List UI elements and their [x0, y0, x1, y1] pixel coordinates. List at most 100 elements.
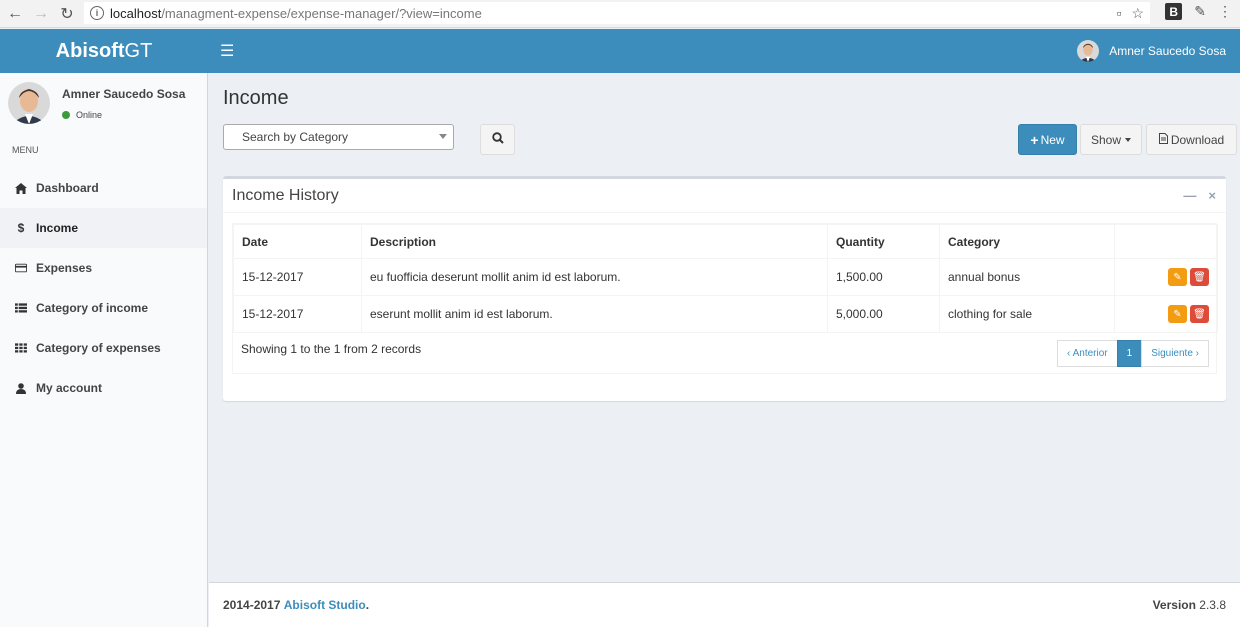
user-panel: Amner Saucedo Sosa Online	[0, 73, 207, 133]
sidebar-menu: Dashboard $ Income Expenses Category of …	[0, 168, 207, 408]
show-button-label: Show	[1090, 132, 1122, 147]
edit-button[interactable]: ✎	[1168, 305, 1187, 323]
cell-category: annual bonus	[939, 258, 1115, 296]
user-menu[interactable]: Amner Saucedo Sosa	[1077, 40, 1226, 62]
income-history-box: Income History — × Date Description Quan…	[223, 176, 1226, 401]
logo-bold: Abisoft	[55, 39, 125, 62]
sidebar-item-label: Category of income	[36, 301, 149, 315]
sidebar-item-label: Category of expenses	[36, 341, 161, 355]
pagination-page-1[interactable]: 1	[1116, 340, 1143, 367]
user-icon	[15, 382, 27, 394]
forward-arrow-icon[interactable]: →	[30, 3, 52, 25]
page-title: Income	[223, 87, 289, 109]
version-label: Version	[1152, 598, 1196, 612]
pagination: ‹ Anterior 1 Siguiente ›	[1057, 340, 1209, 367]
cell-quantity: 5,000.00	[827, 295, 940, 333]
delete-button[interactable]: 🗑	[1190, 305, 1209, 323]
bookmark-star-icon[interactable]: ☆	[1131, 5, 1144, 22]
box-title: Income History	[232, 186, 339, 204]
extension-b-icon[interactable]: B	[1165, 3, 1183, 20]
cell-category: clothing for sale	[939, 295, 1115, 333]
back-arrow-icon[interactable]: ←	[4, 3, 26, 25]
pagination-next[interactable]: Siguiente ›	[1141, 340, 1209, 367]
sidebar-user-name: Amner Saucedo Sosa	[62, 87, 186, 101]
footer-version: Version 2.3.8	[1153, 598, 1226, 612]
address-bar[interactable]: i localhost/managment-expense/expense-ma…	[84, 2, 1150, 24]
table-header-row: Date Description Quantity Category	[233, 224, 1218, 259]
file-icon	[1158, 132, 1168, 147]
search-icon	[491, 132, 504, 147]
income-table: Date Description Quantity Category 15-12…	[233, 224, 1218, 333]
new-button[interactable]: + New	[1018, 124, 1077, 155]
show-dropdown-button[interactable]: Show	[1080, 124, 1142, 155]
delete-button[interactable]: 🗑	[1190, 268, 1209, 286]
grid-icon	[15, 343, 27, 353]
cell-description: eu fuofficia deserunt mollit anim id est…	[361, 258, 828, 296]
browser-menu-icon[interactable]: ⋮	[1218, 3, 1232, 20]
footer: 2014-2017 Abisoft Studio. Version 2.3.8	[209, 582, 1240, 627]
main-header: Abisoft GT ☰ Amner Saucedo Sosa	[0, 29, 1240, 73]
category-search-select[interactable]: Search by Category	[223, 124, 454, 150]
income-table-wrap: Date Description Quantity Category 15-12…	[232, 223, 1218, 374]
dollar-icon: $	[17, 221, 25, 235]
column-header-actions	[1114, 224, 1218, 259]
version-number: 2.3.8	[1199, 598, 1226, 612]
chevron-down-icon	[439, 134, 447, 139]
header-user-name: Amner Saucedo Sosa	[1109, 44, 1226, 58]
sidebar-item-expenses[interactable]: Expenses	[0, 248, 207, 288]
close-icon[interactable]: ×	[1208, 188, 1216, 203]
credit-card-icon	[15, 263, 27, 273]
footer-studio-link[interactable]: Abisoft Studio	[284, 598, 366, 612]
sidebar-item-category-expenses[interactable]: Category of expenses	[0, 328, 207, 368]
cell-date: 15-12-2017	[233, 258, 362, 296]
status-label: Online	[76, 110, 103, 120]
sidebar-toggle-icon[interactable]: ☰	[220, 41, 234, 61]
url-path: /managment-expense/expense-manager/?view…	[161, 5, 482, 21]
download-button-label: Download	[1170, 132, 1225, 147]
sidebar-item-label: Dashboard	[36, 181, 99, 195]
box-header: Income History — ×	[223, 179, 1226, 213]
info-icon[interactable]: i	[90, 6, 104, 20]
sidebar-item-label: My account	[36, 381, 103, 395]
logo[interactable]: Abisoft GT	[0, 29, 208, 73]
table-row: 15-12-2017 eserunt mollit anim id est la…	[233, 295, 1218, 333]
search-button[interactable]	[480, 124, 515, 155]
plus-icon: +	[1030, 131, 1039, 148]
column-header-date: Date	[233, 224, 362, 259]
footer-period: .	[365, 598, 370, 612]
footer-years: 2014-2017	[223, 598, 281, 612]
sidebar-avatar	[8, 82, 50, 124]
sidebar-item-dashboard[interactable]: Dashboard	[0, 168, 207, 208]
search-select-value: Search by Category	[242, 130, 349, 144]
box-tools: — ×	[1183, 188, 1216, 203]
edit-button[interactable]: ✎	[1168, 268, 1187, 286]
sidebar-item-label: Expenses	[36, 261, 93, 275]
url-host: localhost	[110, 5, 162, 21]
home-icon	[15, 182, 27, 194]
reload-icon[interactable]: ↻	[56, 3, 78, 25]
menu-header: MENU	[12, 145, 39, 155]
caret-down-icon	[1125, 137, 1132, 142]
sidebar-item-income[interactable]: $ Income	[0, 208, 207, 248]
download-button[interactable]: Download	[1146, 124, 1237, 155]
sidebar-item-label: Income	[36, 221, 79, 235]
cell-actions: ✎ 🗑	[1114, 258, 1218, 296]
new-button-label: New	[1040, 132, 1065, 147]
content: Income Search by Category + New Show Dow…	[209, 73, 1240, 582]
pagination-prev[interactable]: ‹ Anterior	[1057, 340, 1118, 367]
column-header-category: Category	[939, 224, 1115, 259]
records-summary: Showing 1 to the 1 from 2 records	[241, 342, 422, 356]
logo-light: GT	[124, 39, 153, 62]
sidebar-item-category-income[interactable]: Category of income	[0, 288, 207, 328]
eyedropper-icon[interactable]: ✎	[1194, 3, 1206, 20]
cell-date: 15-12-2017	[233, 295, 362, 333]
cell-description: eserunt mollit anim id est laborum.	[361, 295, 828, 333]
translate-icon[interactable]: ▫	[1116, 5, 1121, 22]
avatar	[1077, 40, 1100, 62]
sidebar-item-my-account[interactable]: My account	[0, 368, 207, 408]
user-status: Online	[62, 110, 102, 120]
table-row: 15-12-2017 eu fuofficia deserunt mollit …	[233, 258, 1218, 296]
collapse-icon[interactable]: —	[1183, 188, 1196, 203]
browser-toolbar: ← → ↻ i localhost/managment-expense/expe…	[0, 0, 1240, 28]
cell-quantity: 1,500.00	[827, 258, 940, 296]
